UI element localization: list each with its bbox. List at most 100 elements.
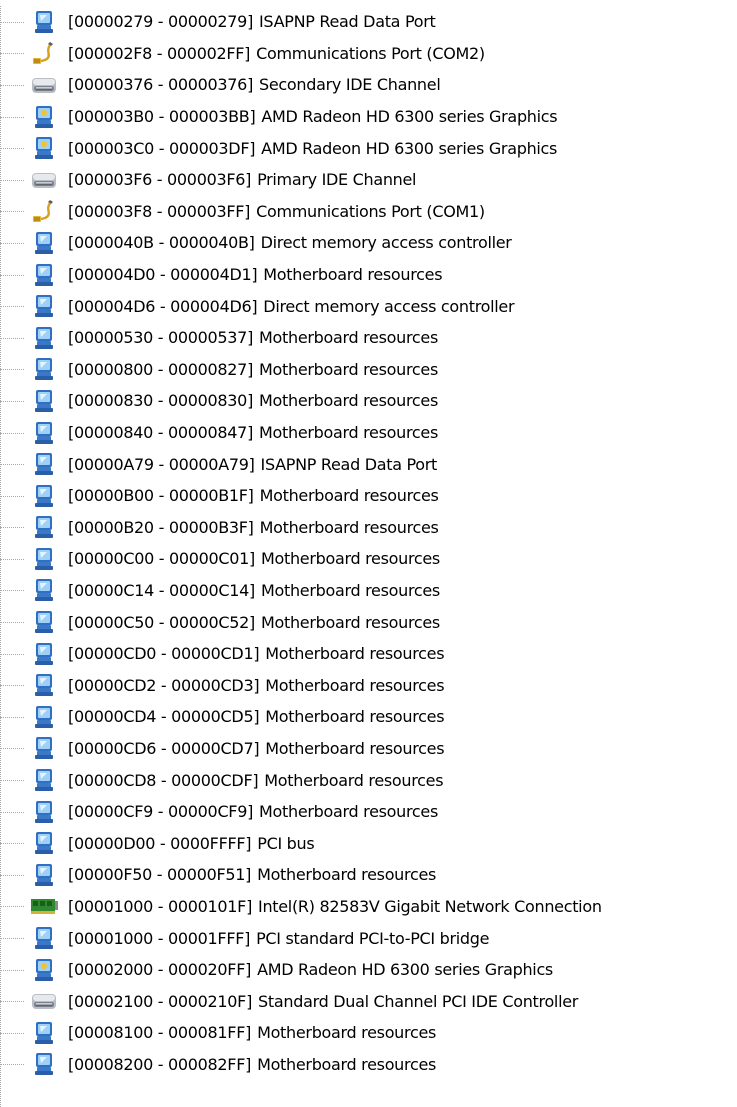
- system-device-icon: [27, 735, 61, 762]
- tree-item[interactable]: [00000CD8 - 00000CDF] Motherboard resourc…: [0, 764, 737, 796]
- tree-item[interactable]: [000004D6 - 000004D6] Direct memory acces…: [0, 290, 737, 322]
- tree-item-label: [000002F8 - 000002FF] Communications Port…: [68, 44, 485, 63]
- tree-item[interactable]: [00000B20 - 00000B3F] Motherboard resourc…: [0, 512, 737, 544]
- tree-item-label: [000004D6 - 000004D6] Direct memory acces…: [68, 296, 515, 316]
- tree-item[interactable]: [00000376 - 00000376] Secondary IDE Chann…: [0, 69, 737, 101]
- port-icon: [27, 198, 61, 225]
- tree-item[interactable]: [00000B00 - 00000B1F] Motherboard resourc…: [0, 480, 737, 512]
- io-range: [00000A79 - 00000A79]: [68, 454, 255, 474]
- ide-drive-icon: [27, 166, 61, 193]
- tree-item[interactable]: [00000279 - 00000279] ISAPNP Read Data Po…: [0, 6, 737, 38]
- tree-item[interactable]: [00000CD4 - 00000CD5] Motherboard resourc…: [0, 701, 737, 733]
- tree-item[interactable]: [00002100 - 0000210F] Standard Dual Chann…: [0, 985, 737, 1017]
- tree-item[interactable]: [00000C14 - 00000C14] Motherboard resourc…: [0, 575, 737, 607]
- system-device-icon: [27, 767, 61, 794]
- system-device-icon: [27, 1051, 61, 1078]
- tree-branch-line: [0, 1001, 24, 1003]
- tree-branch-line: [0, 748, 24, 750]
- io-range: [00000C14 - 00000C14]: [68, 580, 255, 600]
- tree-branch-line: [0, 906, 24, 908]
- io-range: [00000279 - 00000279]: [68, 12, 254, 32]
- io-range: [00000B00 - 00000B1F]: [68, 486, 254, 506]
- tree-branch-line: [0, 716, 24, 718]
- tree-item[interactable]: [00000F50 - 00000F51] Motherboard resourc…: [0, 859, 737, 891]
- tree-item[interactable]: [00002000 - 000020FF] AMD Radeon HD 6300 …: [0, 954, 737, 986]
- tree-branch-line: [0, 21, 24, 23]
- tree-branch-line: [0, 874, 24, 876]
- tree-item[interactable]: [0000040B - 0000040B] Direct memory acces…: [0, 227, 737, 259]
- tree-branch-line: [0, 590, 24, 592]
- tree-item-label: [00000CD2 - 00000CD3] Motherboard resourc…: [68, 676, 445, 695]
- tree-branch-line: [0, 969, 24, 971]
- tree-item-label: [00000830 - 00000830] Motherboard resourc…: [68, 391, 438, 410]
- device-name: Direct memory access controller: [263, 296, 515, 316]
- system-device-icon: [27, 1019, 61, 1046]
- tree-item-label: [0000040B - 0000040B] Direct memory acces…: [68, 233, 512, 252]
- ide-drive-icon: [27, 988, 61, 1015]
- tree-item[interactable]: [000003F8 - 000003FF] Communications Port…: [0, 196, 737, 228]
- tree-item[interactable]: [00000C00 - 00000C01] Motherboard resourc…: [0, 543, 737, 575]
- tree-item[interactable]: [00000D00 - 0000FFFF] PCI bus: [0, 827, 737, 859]
- tree-item-label: [00000B00 - 00000B1F] Motherboard resourc…: [68, 486, 439, 505]
- tree-item[interactable]: [00000A79 - 00000A79] ISAPNP Read Data Po…: [0, 448, 737, 480]
- io-range: [00008100 - 000081FF]: [68, 1023, 252, 1043]
- system-device-icon: [27, 703, 61, 730]
- tree-item[interactable]: [00000CD0 - 00000CD1] Motherboard resourc…: [0, 638, 737, 670]
- io-range: [00000840 - 00000847]: [68, 423, 254, 443]
- device-name: Motherboard resources: [261, 612, 440, 632]
- tree-item-label: [00002000 - 000020FF] AMD Radeon HD 6300 …: [68, 960, 553, 979]
- tree-item[interactable]: [000003F6 - 000003F6] Primary IDE Channel: [0, 164, 737, 196]
- system-device-icon: [27, 261, 61, 288]
- tree-item-label: [00000CD0 - 00000CD1] Motherboard resourc…: [68, 644, 445, 664]
- tree-branch-line: [0, 148, 24, 150]
- system-device-icon: [27, 830, 61, 857]
- tree-item[interactable]: [00001000 - 00001FFF] PCI standard PCI-to…: [0, 922, 737, 954]
- system-device-icon: [27, 514, 61, 541]
- tree-item[interactable]: [00008100 - 000081FF] Motherboard resourc…: [0, 1017, 737, 1049]
- device-name: Motherboard resources: [259, 328, 438, 348]
- tree-item[interactable]: [000003C0 - 000003DF] AMD Radeon HD 6300 …: [0, 132, 737, 164]
- tree-item[interactable]: [00000530 - 00000537] Motherboard resourc…: [0, 322, 737, 354]
- tree-item[interactable]: [000003B0 - 000003BB] AMD Radeon HD 6300 …: [0, 101, 737, 133]
- io-range: [000004D0 - 000004D1]: [68, 265, 258, 285]
- tree-item[interactable]: [00008200 - 000082FF] Motherboard resourc…: [0, 1049, 737, 1081]
- device-name: ISAPNP Read Data Port: [259, 12, 436, 32]
- tree-item[interactable]: [000002F8 - 000002FF] Communications Port…: [0, 38, 737, 70]
- tree-item[interactable]: [00000C50 - 00000C52] Motherboard resourc…: [0, 606, 737, 638]
- system-device-icon: [27, 324, 61, 351]
- tree-item[interactable]: [00000CD2 - 00000CD3] Motherboard resourc…: [0, 669, 737, 701]
- tree-branch-line: [0, 495, 24, 497]
- system-device-icon: [27, 451, 61, 478]
- tree-item-label: [000003C0 - 000003DF] AMD Radeon HD 6300 …: [68, 139, 557, 158]
- tree-item[interactable]: [00000CD6 - 00000CD7] Motherboard resourc…: [0, 733, 737, 765]
- device-name: Motherboard resources: [259, 423, 438, 443]
- io-range: [00000830 - 00000830]: [68, 391, 254, 411]
- tree-item-label: [00000F50 - 00000F51] Motherboard resourc…: [68, 865, 436, 884]
- system-device-icon: [27, 609, 61, 636]
- tree-branch-line: [0, 84, 24, 86]
- tree-branch-line: [0, 938, 24, 940]
- display-adapter-icon: [27, 956, 61, 983]
- io-range: [000003F8 - 000003FF]: [68, 201, 251, 221]
- tree-branch-line: [0, 211, 24, 213]
- tree-branch-line: [0, 369, 24, 371]
- tree-item[interactable]: [00000840 - 00000847] Motherboard resourc…: [0, 417, 737, 449]
- tree-item-label: [00000800 - 00000827] Motherboard resourc…: [68, 360, 438, 379]
- device-name: Motherboard resources: [265, 644, 445, 664]
- io-range: [00000530 - 00000537]: [68, 328, 254, 348]
- device-name: Motherboard resources: [259, 802, 439, 822]
- tree-item[interactable]: [00000800 - 00000827] Motherboard resourc…: [0, 354, 737, 386]
- io-range: [00000D00 - 0000FFFF]: [68, 833, 252, 853]
- tree-branch-line: [0, 274, 24, 276]
- tree-item[interactable]: [00000CF9 - 00000CF9] Motherboard resourc…: [0, 796, 737, 828]
- tree-branch-line: [0, 400, 24, 402]
- tree-branch-line: [0, 622, 24, 624]
- tree-branch-line: [0, 179, 24, 181]
- device-name: Motherboard resources: [257, 865, 437, 885]
- display-adapter-icon: [27, 103, 61, 130]
- tree-item-label: [00008100 - 000081FF] Motherboard resourc…: [68, 1023, 436, 1042]
- tree-item[interactable]: [000004D0 - 000004D1] Motherboard resourc…: [0, 259, 737, 291]
- tree-item-label: [00000C00 - 00000C01] Motherboard resourc…: [68, 549, 440, 568]
- tree-item[interactable]: [00000830 - 00000830] Motherboard resourc…: [0, 385, 737, 417]
- tree-item[interactable]: [00001000 - 0000101F] Intel(R) 82583V Gig…: [0, 891, 737, 923]
